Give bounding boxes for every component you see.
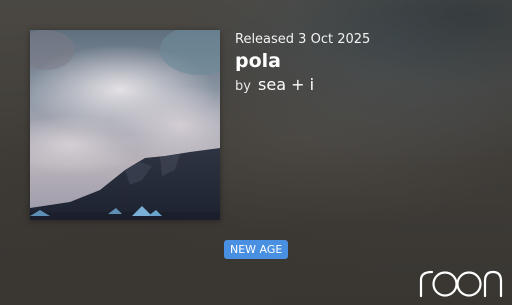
album-cover[interactable] (30, 30, 220, 220)
genre-tag-new-age[interactable]: NEW AGE (224, 240, 289, 259)
by-label: by (235, 79, 251, 94)
artist-line: by sea + i (235, 75, 495, 97)
artist-link[interactable]: sea + i (258, 75, 314, 94)
album-cover-image (30, 30, 220, 220)
album-info: Released 3 Oct 2025 pola by sea + i (235, 31, 495, 97)
release-date: Released 3 Oct 2025 (235, 32, 371, 47)
album-title: pola (235, 50, 281, 72)
roon-logo-icon (418, 262, 504, 298)
